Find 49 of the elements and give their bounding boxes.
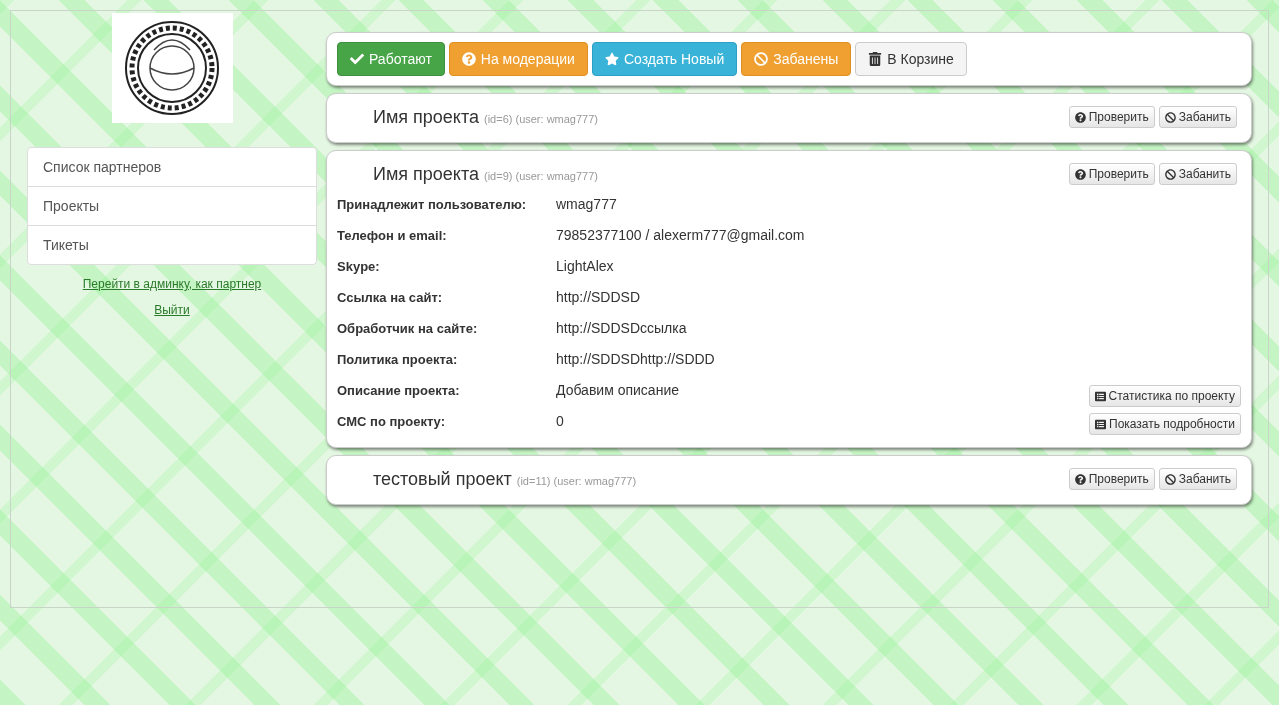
detail-value: http://SDDSDhttp://SDDD bbox=[556, 350, 716, 369]
detail-value: wmag777 bbox=[556, 195, 618, 214]
details-button[interactable]: Статистика по проекту bbox=[1088, 385, 1241, 407]
ban-button[interactable]: Забанить bbox=[1158, 106, 1237, 128]
detail-label: Телефон и email: bbox=[337, 227, 448, 245]
detail-value: 79852377100 / alexerm777@gmail.com bbox=[556, 226, 805, 245]
sidebar-link[interactable]: Перейти в админку, как партнер bbox=[82, 277, 262, 291]
ban-icon bbox=[1164, 168, 1176, 180]
sidebar-item[interactable]: Тикеты bbox=[28, 225, 316, 264]
sidebar-link[interactable]: Выйти bbox=[154, 303, 190, 317]
detail-value: http://SDDSDссылка bbox=[556, 319, 688, 338]
check-button[interactable]: Проверить bbox=[1068, 468, 1155, 490]
list-icon bbox=[1094, 390, 1106, 402]
detail-label: Skype: bbox=[337, 258, 381, 276]
project-title: Имя проекта bbox=[373, 163, 479, 184]
project-meta: (id=6) (user: wmag777) bbox=[484, 112, 598, 125]
ban-icon bbox=[1164, 473, 1176, 485]
detail-label: Обработчик на сайте: bbox=[337, 320, 479, 338]
detail-label: Описание проекта: bbox=[337, 382, 461, 400]
detail-label: Принадлежит пользователю: bbox=[337, 196, 528, 214]
check-button[interactable]: Проверить bbox=[1068, 163, 1155, 185]
sidebar-item[interactable]: Проекты bbox=[28, 186, 316, 225]
detail-value: http://SDDSD bbox=[556, 288, 642, 307]
detail-label: Политика проекта: bbox=[337, 351, 459, 369]
trash-icon bbox=[868, 52, 883, 66]
project-title: Имя проекта bbox=[373, 106, 479, 127]
question-icon bbox=[461, 52, 476, 66]
star-icon bbox=[604, 52, 619, 66]
question-icon bbox=[1074, 473, 1086, 485]
question-icon bbox=[1074, 111, 1086, 123]
sidebar-item[interactable]: Список партнеров bbox=[28, 148, 316, 186]
detail-value: LightAlex bbox=[556, 257, 615, 276]
detail-label: Ссылка на сайт: bbox=[337, 289, 444, 307]
project-meta: (id=9) (user: wmag777) bbox=[484, 169, 598, 182]
check-button[interactable]: Проверить bbox=[1068, 106, 1155, 128]
check-icon bbox=[350, 52, 364, 66]
ban-button[interactable]: Забанить bbox=[1158, 468, 1237, 490]
detail-value: 0 bbox=[556, 412, 565, 431]
project-meta: (id=11) (user: wmag777) bbox=[516, 474, 637, 487]
details-button[interactable]: Показать подробности bbox=[1089, 413, 1241, 435]
list-icon bbox=[1095, 418, 1106, 430]
detail-value: Добавим описание bbox=[556, 381, 680, 400]
filter-button[interactable]: В Корзине bbox=[855, 42, 967, 76]
ban-icon bbox=[1164, 111, 1176, 123]
project-title: тестовый проект bbox=[373, 468, 512, 489]
ban-icon bbox=[754, 52, 769, 66]
detail-label: СМС по проекту: bbox=[337, 413, 446, 431]
ban-button[interactable]: Забанить bbox=[1158, 163, 1237, 185]
question-icon bbox=[1074, 168, 1086, 180]
